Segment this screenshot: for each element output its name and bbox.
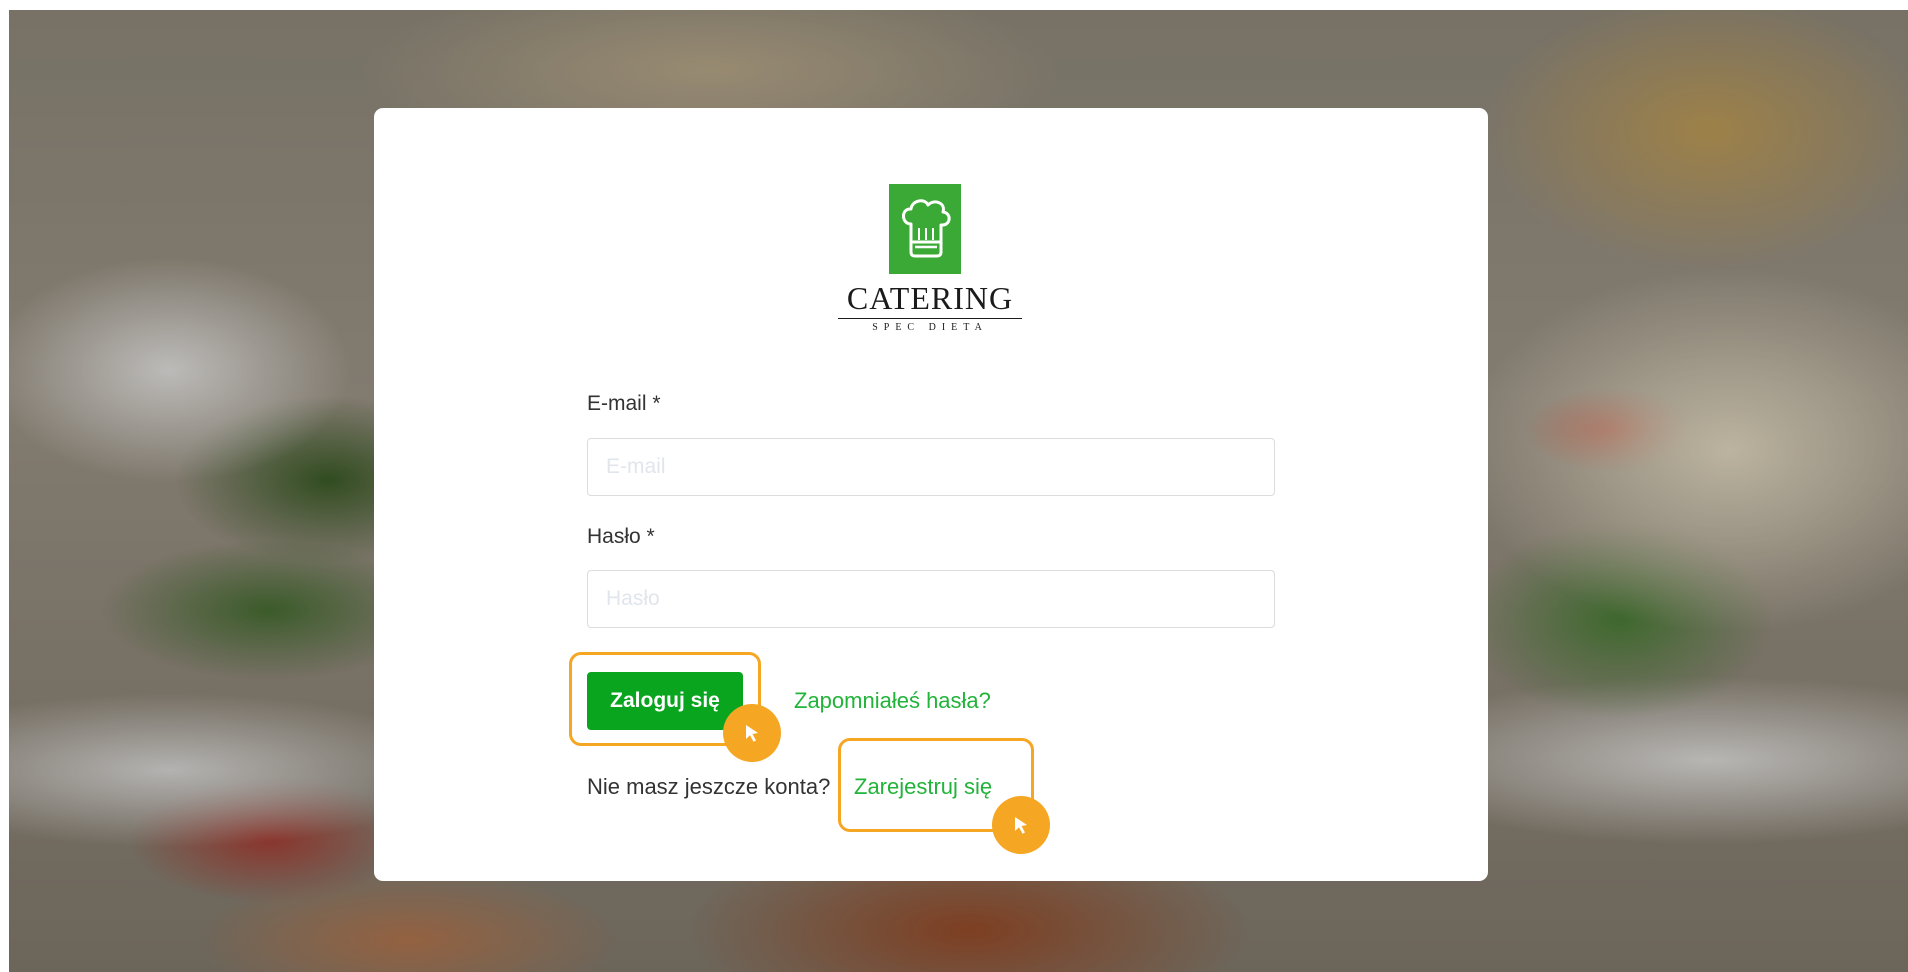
password-input[interactable] [587,570,1275,628]
brand-tagline: SPEC DIETA [872,322,988,333]
register-highlight-cursor [992,796,1050,854]
password-label: Hasło * [587,525,655,548]
login-card: CATERING SPEC DIETA E-mail * Hasło * Zal… [374,108,1488,881]
brand-divider [838,318,1022,319]
forgot-password-link[interactable]: Zapomniałeś hasła? [794,688,991,714]
cursor-icon [1015,817,1027,834]
brand-logo: CATERING SPEC DIETA [834,184,1026,352]
logo-badge [889,184,961,274]
brand-name: CATERING [846,280,1014,316]
email-input[interactable] [587,438,1275,496]
chef-hat-icon [902,199,951,258]
login-highlight-cursor [723,704,781,762]
register-prompt: Nie masz jeszcze konta? [587,774,831,799]
email-label: E-mail * [587,392,661,415]
cursor-icon [746,725,758,742]
